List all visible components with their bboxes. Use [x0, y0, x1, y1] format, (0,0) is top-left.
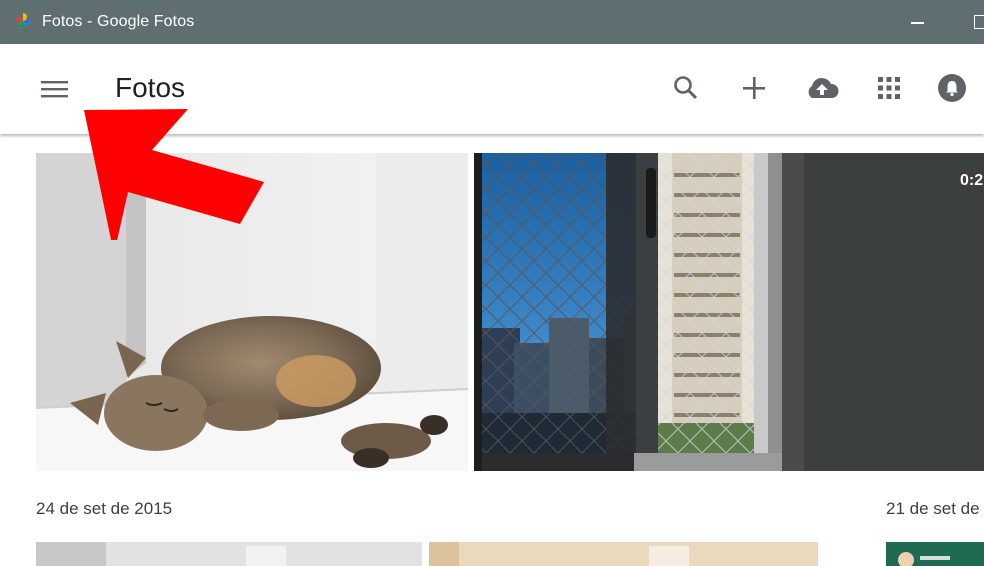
search-button[interactable]	[668, 70, 704, 106]
add-icon	[743, 77, 765, 99]
upload-icon	[808, 77, 839, 98]
photo-thumbnail[interactable]	[429, 542, 818, 566]
upload-button[interactable]	[804, 70, 840, 106]
video-window-view[interactable]	[474, 153, 984, 471]
date-header: 21 de set de	[886, 499, 980, 518]
apps-icon	[878, 77, 900, 99]
photo-thumbnail[interactable]	[886, 542, 984, 566]
maximize-button[interactable]	[968, 12, 984, 32]
apps-button[interactable]	[871, 70, 907, 106]
notifications-icon	[938, 74, 966, 102]
notifications-button[interactable]	[934, 70, 970, 106]
date-header: 24 de set de 2015	[36, 499, 173, 518]
minimize-button[interactable]	[906, 12, 930, 32]
search-icon	[674, 76, 698, 100]
add-button[interactable]	[736, 70, 772, 106]
annotation-arrow-icon	[84, 109, 264, 240]
video-duration: 0:2	[960, 172, 984, 189]
photo-thumbnail[interactable]	[36, 542, 422, 566]
